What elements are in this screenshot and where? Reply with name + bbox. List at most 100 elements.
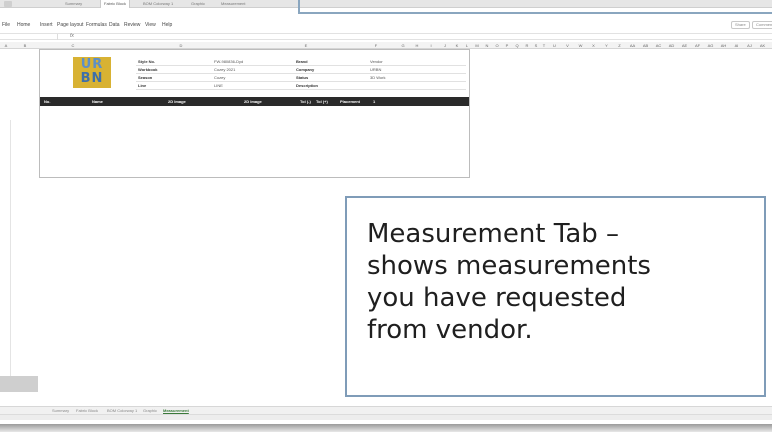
callout-line: Measurement Tab – [367,219,620,249]
column-header[interactable]: W [574,42,587,49]
status-bar [0,414,772,420]
column-header[interactable]: S [532,42,540,49]
field-label-brand: Brand [296,59,308,64]
field-divider [136,65,466,66]
column-header[interactable]: AK [756,42,769,49]
callout-line: shows measurements [367,251,651,281]
callout-line: from vendor. [367,315,533,345]
logo-text-top: UR [80,57,104,72]
column-header[interactable]: AJ [743,42,756,49]
annotation-callout: Measurement Tab – shows measurements you… [345,196,766,397]
urbn-logo: UR BN [73,57,111,88]
column-header[interactable]: A [2,42,10,49]
field-value-line: LINE [214,83,223,88]
menu-insert[interactable]: Insert [40,20,53,30]
column-header[interactable]: V [561,42,574,49]
column-header-row: A B C D E F G H I J K L M N O P Q R S T U V W X Y Z AA AB AC AD AE AF AG… [0,42,772,49]
field-divider [136,81,466,82]
field-value-season: Cozey [214,75,226,80]
field-value-workbook: Cozey 2021 [214,67,236,72]
formula-bar: fx [0,33,772,40]
column-header[interactable]: Y [600,42,613,49]
field-value-style-no: FW-980836-Dyd [214,59,244,64]
column-header[interactable]: X [587,42,600,49]
field-label-season: Season [138,75,153,80]
column-header[interactable]: T [540,42,548,49]
col-header-tol-minus[interactable]: Tol (-) [300,97,311,106]
sheet-tab-bar: Summary Fabric Block BOM Colorway 1 Grap… [0,406,772,414]
column-header[interactable]: B [10,42,40,49]
field-value-status: 3D Work [370,75,386,80]
workbook-tab-measurement[interactable]: Measurement [218,0,248,8]
column-header[interactable]: E [256,42,356,49]
column-header[interactable]: C [40,42,106,49]
tab-strip-control[interactable] [4,1,12,7]
column-header[interactable]: F [356,42,396,49]
column-header[interactable]: Z [613,42,626,49]
ribbon-menu: File Home Insert Page layout Formulas Da… [0,20,772,30]
column-header[interactable]: J [438,42,452,49]
field-label-workbook: Workbook [138,67,158,72]
column-header[interactable]: AF [691,42,704,49]
field-value-company: URBN [370,67,382,72]
field-divider [136,89,466,90]
col-header-name[interactable]: Name [92,97,103,106]
column-header[interactable]: AG [704,42,717,49]
spreadsheet-screenshot: Summary Fabric Block BOM Colorway 1 Grap… [0,0,772,432]
column-header[interactable]: AE [678,42,691,49]
name-box[interactable] [18,34,58,40]
share-button[interactable]: Share [731,21,750,29]
callout-connector [298,0,772,14]
column-header[interactable]: M [472,42,482,49]
workbook-tab-bom[interactable]: BOM Colorway 1 [140,0,176,8]
field-label-status: Status [296,75,309,80]
menu-view[interactable]: View [145,20,156,30]
col-header-placement[interactable]: Placement [340,97,360,106]
field-label-line: Line [138,83,147,88]
column-header[interactable]: H [410,42,424,49]
menu-formulas[interactable]: Formulas [86,20,107,30]
col-header-tol-plus[interactable]: Tol (+) [316,97,328,106]
col-header-2d-image-2[interactable]: 2D Image [244,97,262,106]
column-header[interactable]: N [482,42,492,49]
logo-text-bottom: BN [80,71,104,86]
comments-button[interactable]: Comments [752,21,772,29]
column-header[interactable]: O [492,42,502,49]
column-header[interactable]: G [396,42,410,49]
field-label-company: Company [296,67,315,72]
measurement-table-header: No. Name 2D Image 2D Image Tol (-) Tol (… [40,97,469,106]
workbook-tab-graphic[interactable]: Graphic [188,0,208,8]
workbook-tab-summary[interactable]: Summary [62,0,85,8]
field-value-brand: Vendor [370,59,383,64]
column-header[interactable]: AA [626,42,639,49]
fx-icon[interactable]: fx [70,33,74,39]
callout-text: Measurement Tab – shows measurements you… [367,218,757,346]
column-header[interactable]: AB [639,42,652,49]
column-header[interactable]: P [502,42,512,49]
column-header[interactable]: L [462,42,472,49]
col-header-no[interactable]: No. [44,97,50,106]
menu-page-layout[interactable]: Page layout [57,20,83,30]
column-header[interactable]: AD [665,42,678,49]
column-header[interactable]: AI [730,42,743,49]
column-header[interactable]: AC [652,42,665,49]
column-header[interactable]: D [106,42,256,49]
column-header[interactable]: U [548,42,561,49]
column-header[interactable]: R [522,42,532,49]
menu-help[interactable]: Help [162,20,172,30]
col-header-2d-image[interactable]: 2D Image [168,97,186,106]
left-gray-bar [0,376,38,392]
col-header-size-1[interactable]: 1 [373,97,375,106]
column-header[interactable]: K [452,42,462,49]
bottom-shadow [0,424,772,432]
menu-data[interactable]: Data [109,20,120,30]
menu-home[interactable]: Home [17,20,30,30]
column-header[interactable]: AH [717,42,730,49]
column-header[interactable]: Q [512,42,522,49]
menu-file[interactable]: File [2,20,10,30]
field-label-description: Description [296,83,319,88]
menu-review[interactable]: Review [124,20,140,30]
workbook-tab-fabric-block[interactable]: Fabric Block [100,0,131,8]
column-header[interactable]: I [424,42,438,49]
callout-line: you have requested [367,283,627,313]
